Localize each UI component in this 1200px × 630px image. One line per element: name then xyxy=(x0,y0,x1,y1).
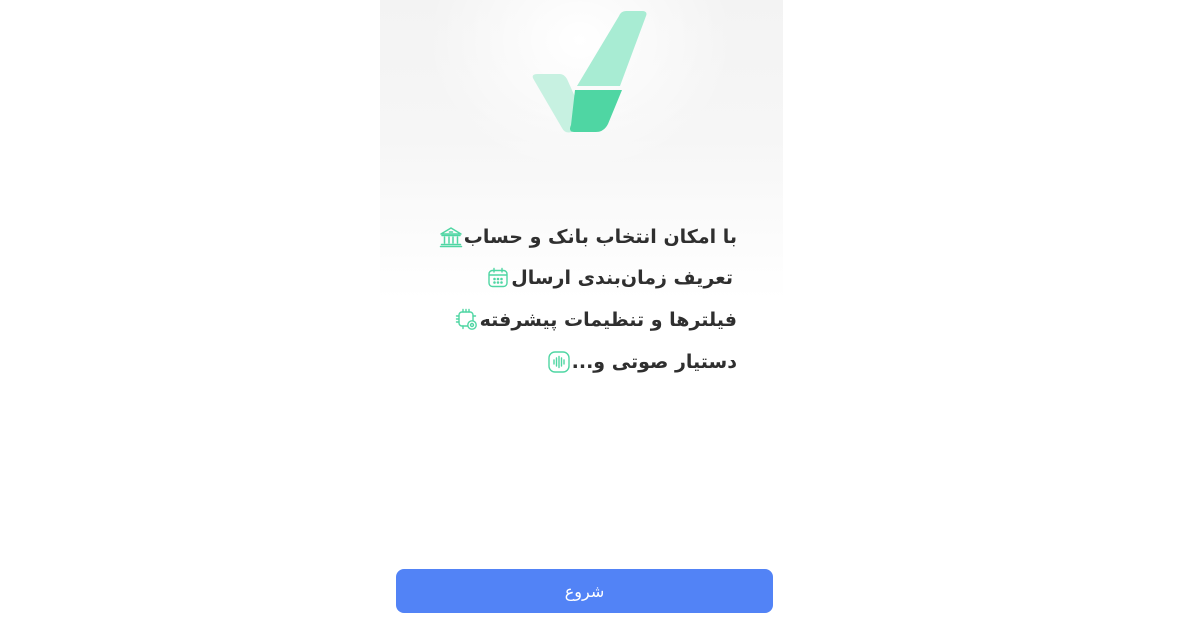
feature-item-schedule: تعریف زمان‌بندی ارسال xyxy=(471,263,733,293)
feature-item-filters: فیلترها و تنظیمات پیشرفته xyxy=(444,305,737,335)
voice-waveform-icon xyxy=(546,349,572,375)
calendar-icon xyxy=(485,265,511,291)
feature-text: دستیار صوتی و... xyxy=(571,351,737,373)
start-button[interactable]: شروع xyxy=(396,569,773,613)
feature-item-voice: دستیار صوتی و... xyxy=(536,347,737,377)
checkmark-logo-icon xyxy=(532,11,647,133)
feature-item-bank: با امکان انتخاب بانک و حساب xyxy=(428,222,737,252)
bank-icon xyxy=(438,224,464,250)
feature-text: فیلترها و تنظیمات پیشرفته xyxy=(479,309,737,331)
settings-chip-icon xyxy=(454,307,480,333)
feature-text: تعریف زمان‌بندی ارسال xyxy=(511,267,733,289)
feature-text: با امکان انتخاب بانک و حساب xyxy=(463,226,737,248)
app-screen: با امکان انتخاب بانک و حساب تعریف زمان‌ب… xyxy=(380,0,783,630)
